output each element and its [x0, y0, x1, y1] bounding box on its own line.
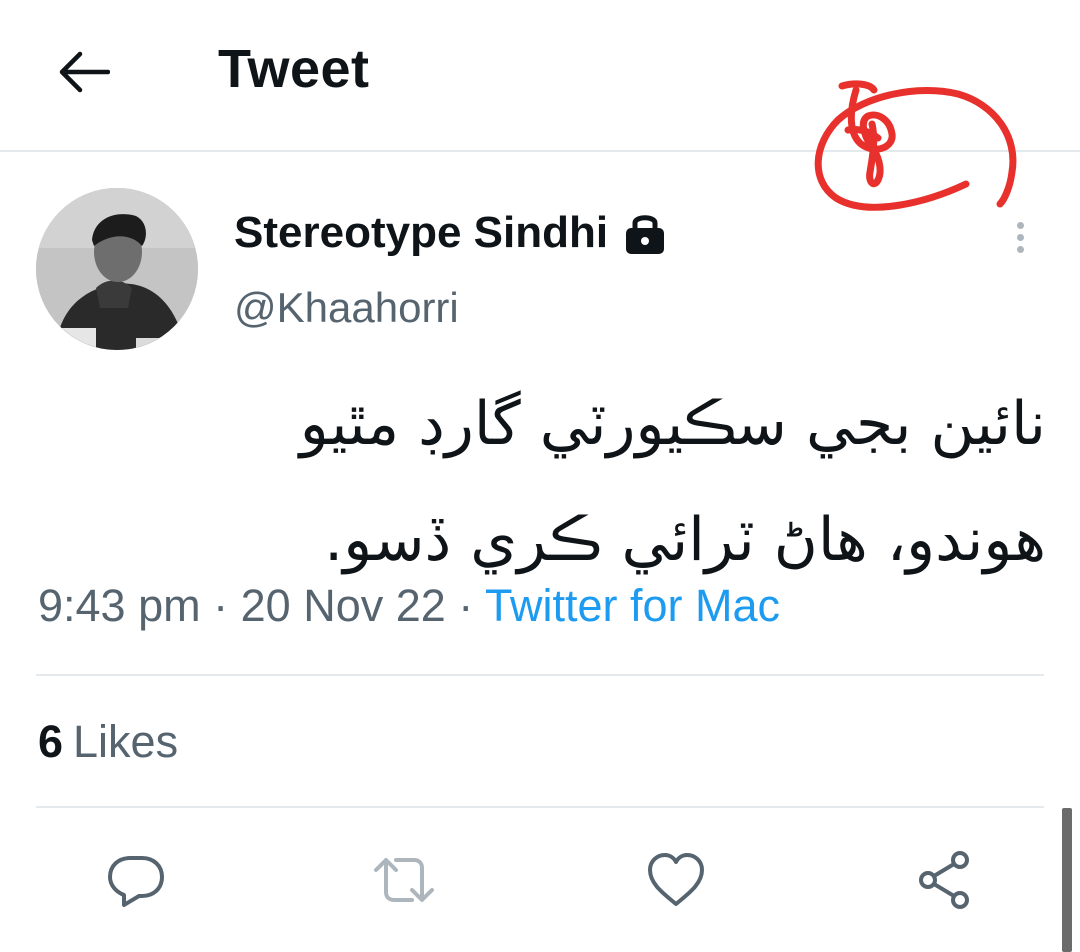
- divider: [36, 674, 1044, 676]
- more-dot-icon: [1016, 245, 1024, 253]
- author-name[interactable]: Stereotype Sindhi: [234, 208, 668, 258]
- heart-icon: [648, 853, 704, 906]
- author-avatar[interactable]: [36, 188, 198, 350]
- scrollbar[interactable]: [1062, 808, 1072, 952]
- back-button[interactable]: [52, 42, 116, 102]
- arrow-left-icon: [59, 51, 110, 93]
- tweet-time[interactable]: 9:43 pm: [38, 580, 201, 631]
- more-options-button[interactable]: [1000, 212, 1040, 262]
- likes-count: 6: [38, 716, 64, 767]
- like-button[interactable]: [644, 848, 708, 912]
- author-display-name: Stereotype Sindhi: [234, 208, 609, 257]
- reply-icon: [108, 856, 164, 907]
- tweet-text: نائين بجي سڪيورٽي گارڊ مٿيو هوندو، هاڻ ٽ…: [299, 389, 1046, 575]
- more-dot-icon: [1016, 233, 1024, 241]
- author-handle[interactable]: @Khaahorri: [234, 284, 459, 332]
- tweet-date[interactable]: 20 Nov 22: [241, 580, 446, 631]
- reply-button[interactable]: [104, 848, 168, 912]
- meta-separator: ·: [458, 580, 474, 631]
- lock-icon: [622, 210, 668, 256]
- likes-count-link[interactable]: 6 Likes: [38, 716, 178, 768]
- divider: [36, 806, 1044, 808]
- more-dot-icon: [1016, 221, 1024, 229]
- tweet-source-link[interactable]: Twitter for Mac: [485, 580, 780, 631]
- red-scribble-annotation: [814, 80, 1017, 211]
- share-icon: [919, 851, 969, 909]
- retweet-icon: [374, 858, 434, 902]
- retweet-button[interactable]: [372, 848, 436, 912]
- page-title: Tweet: [218, 39, 370, 99]
- meta-separator: ·: [213, 580, 229, 631]
- share-button[interactable]: [912, 848, 976, 912]
- avatar-photo: [36, 188, 198, 350]
- likes-label: Likes: [73, 716, 179, 767]
- tweet-metadata: 9:43 pm · 20 Nov 22 · Twitter for Mac: [38, 580, 780, 632]
